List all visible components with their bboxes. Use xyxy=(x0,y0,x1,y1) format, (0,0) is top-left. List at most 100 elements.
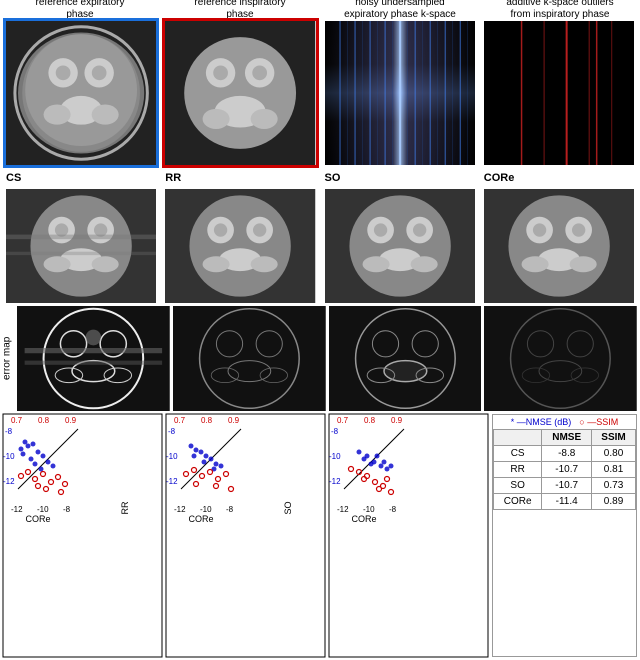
svg-text:CORe: CORe xyxy=(25,514,50,524)
scatter-rr-svg: 0.7 0.8 0.9 -8 -10 -12 -12 -10 -8 CORe R… xyxy=(166,414,325,657)
svg-text:-12: -12 xyxy=(174,505,186,514)
table-row: RR -10.7 0.81 xyxy=(494,462,636,478)
nmse-cell: -10.7 xyxy=(542,478,592,494)
method-cell: CS xyxy=(494,446,542,462)
ssim-cell: 0.73 xyxy=(592,478,636,494)
svg-text:0.7: 0.7 xyxy=(337,416,349,425)
svg-text:-10: -10 xyxy=(329,452,341,461)
ref-expiratory-image xyxy=(3,18,159,168)
svg-text:0.9: 0.9 xyxy=(391,416,403,425)
svg-text:0.8: 0.8 xyxy=(38,416,50,425)
svg-text:-10: -10 xyxy=(363,505,375,514)
so-error-svg xyxy=(329,306,482,411)
svg-text:-12: -12 xyxy=(329,477,341,486)
rr-error-svg xyxy=(173,306,326,411)
svg-text:-12: -12 xyxy=(3,477,15,486)
svg-text:-12: -12 xyxy=(11,505,23,514)
scatter-cs: 0.7 0.8 0.9 -8 -10 -12 -12 -10 -8 CORe C… xyxy=(3,414,162,657)
core-error-svg xyxy=(484,306,637,411)
nmse-cell: -10.7 xyxy=(542,462,592,478)
svg-text:-10: -10 xyxy=(200,505,212,514)
cs-recon-svg xyxy=(6,189,156,303)
svg-text:0.9: 0.9 xyxy=(228,416,240,425)
core-recon-image xyxy=(481,186,637,306)
ssim-legend: ○ —SSIM xyxy=(579,417,618,427)
svg-text:-10: -10 xyxy=(3,452,15,461)
cs-error-svg xyxy=(17,306,170,411)
core-recon-svg xyxy=(484,189,634,303)
table-header-row: NMSE SSIM xyxy=(494,430,636,446)
svg-text:-8: -8 xyxy=(63,505,71,514)
svg-text:-12: -12 xyxy=(166,477,178,486)
nmse-cell: -11.4 xyxy=(542,494,592,510)
svg-text:CORe: CORe xyxy=(351,514,376,524)
ssim-cell: 0.89 xyxy=(592,494,636,510)
main-container: reference expiratory phase reference ins… xyxy=(0,0,640,659)
col-ssim-header: SSIM xyxy=(592,430,636,446)
svg-text:-8: -8 xyxy=(389,505,397,514)
svg-text:-8: -8 xyxy=(331,427,339,436)
error-map-section: error map xyxy=(0,306,640,411)
method-cell: RR xyxy=(494,462,542,478)
col-nmse-header: NMSE xyxy=(542,430,592,446)
method-cell: CORe xyxy=(494,494,542,510)
scatter-cs-svg: 0.7 0.8 0.9 -8 -10 -12 -12 -10 -8 CORe C… xyxy=(3,414,162,657)
mid-images-row xyxy=(0,186,640,306)
svg-text:-10: -10 xyxy=(37,505,49,514)
table-row: SO -10.7 0.73 xyxy=(494,478,636,494)
ref-inspiratory-image xyxy=(162,18,318,168)
table-row: CS -8.8 0.80 xyxy=(494,446,636,462)
method-label-cs: CS xyxy=(3,172,159,186)
nmse-legend: * —NMSE (dB) xyxy=(511,417,572,427)
error-map-label: error map xyxy=(0,306,14,411)
ssim-cell: 0.80 xyxy=(592,446,636,462)
svg-text:CORe: CORe xyxy=(188,514,213,524)
kspace-image xyxy=(322,18,478,168)
bottom-row: 0.7 0.8 0.9 -8 -10 -12 -12 -10 -8 CORe C… xyxy=(0,414,640,659)
scatter-so: 0.7 0.8 0.9 -8 -10 -12 -12 -10 -8 CORe S… xyxy=(329,414,488,657)
svg-text:-10: -10 xyxy=(166,452,178,461)
stats-table-container: * —NMSE (dB) ○ —SSIM NMSE SSIM CS -8.8 0… xyxy=(492,414,637,657)
method-labels-row: CS RR SO CORe xyxy=(0,172,640,186)
svg-text:SO: SO xyxy=(283,501,293,514)
column-labels-row: reference expiratory phase reference ins… xyxy=(0,0,640,18)
svg-text:-8: -8 xyxy=(226,505,234,514)
svg-text:-8: -8 xyxy=(5,427,13,436)
rr-recon-svg xyxy=(165,189,315,303)
scatter-rr: 0.7 0.8 0.9 -8 -10 -12 -12 -10 -8 CORe R… xyxy=(166,414,325,657)
top-images-row xyxy=(0,18,640,168)
rr-recon-image xyxy=(162,186,318,306)
stats-table: NMSE SSIM CS -8.8 0.80 RR -10.7 0.81 SO … xyxy=(493,429,636,510)
legend-row: * —NMSE (dB) ○ —SSIM xyxy=(493,415,636,429)
rr-error-image xyxy=(173,306,326,411)
so-error-image xyxy=(329,306,482,411)
svg-text:0.8: 0.8 xyxy=(364,416,376,425)
svg-text:RR: RR xyxy=(120,501,130,514)
table-row: CORe -11.4 0.89 xyxy=(494,494,636,510)
svg-text:0.8: 0.8 xyxy=(201,416,213,425)
kspace-svg xyxy=(325,21,475,165)
svg-text:-12: -12 xyxy=(337,505,349,514)
col-method-header xyxy=(494,430,542,446)
cs-error-image xyxy=(17,306,170,411)
method-cell: SO xyxy=(494,478,542,494)
so-recon-svg xyxy=(325,189,475,303)
ssim-cell: 0.81 xyxy=(592,462,636,478)
phantom-svg-1 xyxy=(6,21,156,165)
cs-recon-image xyxy=(3,186,159,306)
so-recon-image xyxy=(322,186,478,306)
svg-text:0.7: 0.7 xyxy=(11,416,23,425)
core-error-image xyxy=(484,306,637,411)
error-images-row xyxy=(14,306,640,411)
phantom-svg-2 xyxy=(165,21,315,165)
kspace-outliers-image xyxy=(481,18,637,168)
nmse-cell: -8.8 xyxy=(542,446,592,462)
svg-text:-8: -8 xyxy=(168,427,176,436)
method-label-rr: RR xyxy=(162,172,318,186)
method-label-so: SO xyxy=(322,172,478,186)
scatter-so-svg: 0.7 0.8 0.9 -8 -10 -12 -12 -10 -8 CORe S… xyxy=(329,414,488,657)
svg-text:0.7: 0.7 xyxy=(174,416,186,425)
kspace-outliers-svg xyxy=(484,21,634,165)
method-label-core: CORe xyxy=(481,172,637,186)
svg-text:0.9: 0.9 xyxy=(65,416,77,425)
